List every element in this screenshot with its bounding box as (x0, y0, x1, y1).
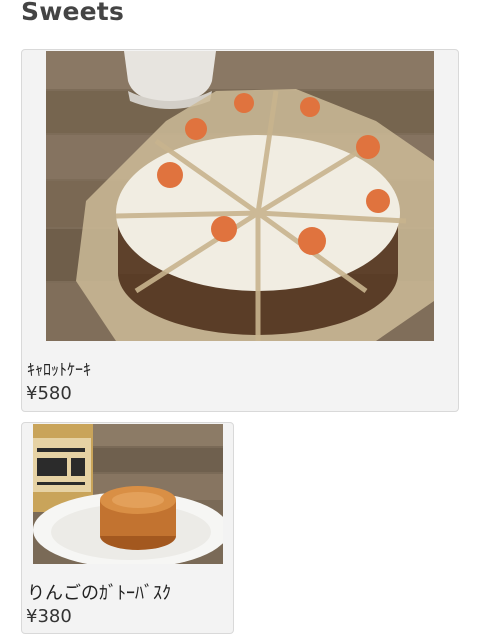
apple-gateau-basque-photo[interactable] (33, 424, 223, 564)
menu-page: Sweets ｷｬﾛｯﾄｹｰｷ ¥580 りんごのｶﾞﾄｰﾊﾞｽｸ ¥380 (0, 0, 479, 640)
menu-item-name: ｷｬﾛｯﾄｹｰｷ (27, 360, 92, 379)
section-title: Sweets (21, 0, 125, 26)
menu-item-price: ¥580 (26, 383, 72, 404)
carrot-cake-photo[interactable] (46, 51, 434, 341)
menu-item-card-carrot-cake[interactable]: ｷｬﾛｯﾄｹｰｷ ¥580 (21, 49, 459, 412)
menu-item-price: ¥380 (26, 606, 72, 627)
menu-item-card-apple-gateau-basque[interactable]: りんごのｶﾞﾄｰﾊﾞｽｸ ¥380 (21, 422, 234, 634)
menu-item-name: りんごのｶﾞﾄｰﾊﾞｽｸ (27, 583, 171, 604)
